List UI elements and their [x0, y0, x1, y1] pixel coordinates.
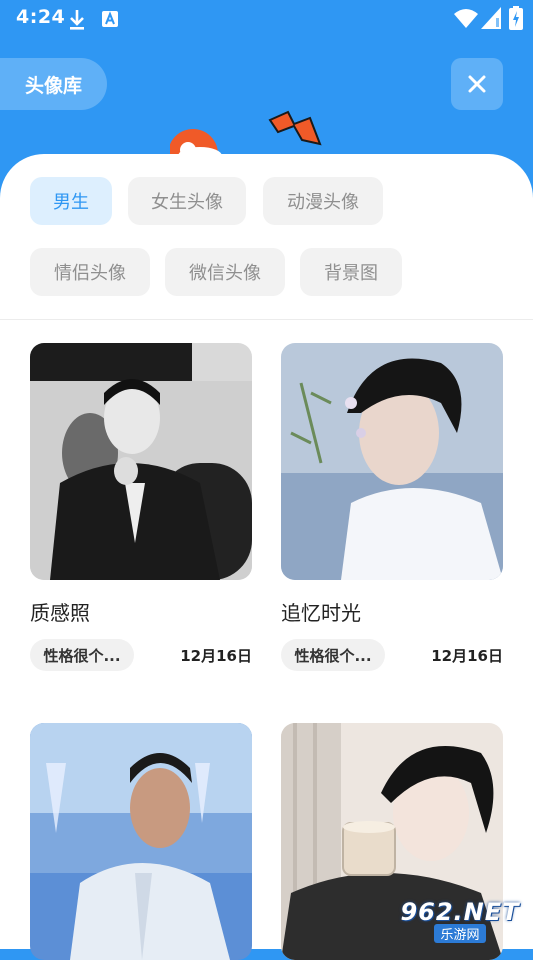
card-tag: 性格很个... [30, 639, 134, 671]
category-chip-anime[interactable]: 动漫头像 [263, 177, 383, 225]
avatar-image[interactable] [30, 723, 252, 960]
divider [0, 319, 533, 320]
avatar-card[interactable] [30, 723, 252, 960]
watermark-top: 962.NET [400, 897, 520, 926]
category-chip-wechat[interactable]: 微信头像 [165, 248, 285, 296]
watermark-bottom: 乐游网 [434, 923, 486, 943]
page-title: 头像库 [0, 58, 107, 110]
avatar-image[interactable] [281, 343, 503, 580]
status-time: 4:24 [16, 6, 66, 28]
avatar-image[interactable] [30, 343, 252, 580]
download-icon [70, 10, 84, 30]
category-chip-female[interactable]: 女生头像 [128, 177, 246, 225]
card-tag: 性格很个... [281, 639, 385, 671]
app-notification-icon [102, 11, 118, 27]
content-panel: 男生 女生头像 动漫头像 情侣头像 微信头像 背景图 质感照 性格很个... 1… [0, 154, 533, 960]
avatar-card[interactable]: 质感照 性格很个... 12月16日 [30, 343, 252, 671]
close-icon [468, 75, 486, 93]
category-chip-couple[interactable]: 情侣头像 [30, 248, 150, 296]
close-button[interactable] [451, 58, 503, 110]
status-bar: 4:24 [0, 0, 533, 40]
category-chip-male[interactable]: 男生 [30, 177, 112, 225]
battery-charging-icon [509, 6, 523, 30]
card-date: 12月16日 [431, 647, 503, 665]
category-chip-background[interactable]: 背景图 [300, 248, 402, 296]
avatar-card[interactable]: 追忆时光 性格很个... 12月16日 [281, 343, 503, 671]
card-title: 追忆时光 [281, 601, 361, 625]
wifi-icon [454, 9, 478, 28]
card-date: 12月16日 [180, 647, 252, 665]
card-title: 质感照 [30, 601, 90, 625]
watermark-logo: 962.NET 乐游网 [392, 895, 528, 945]
signal-icon [481, 7, 501, 29]
